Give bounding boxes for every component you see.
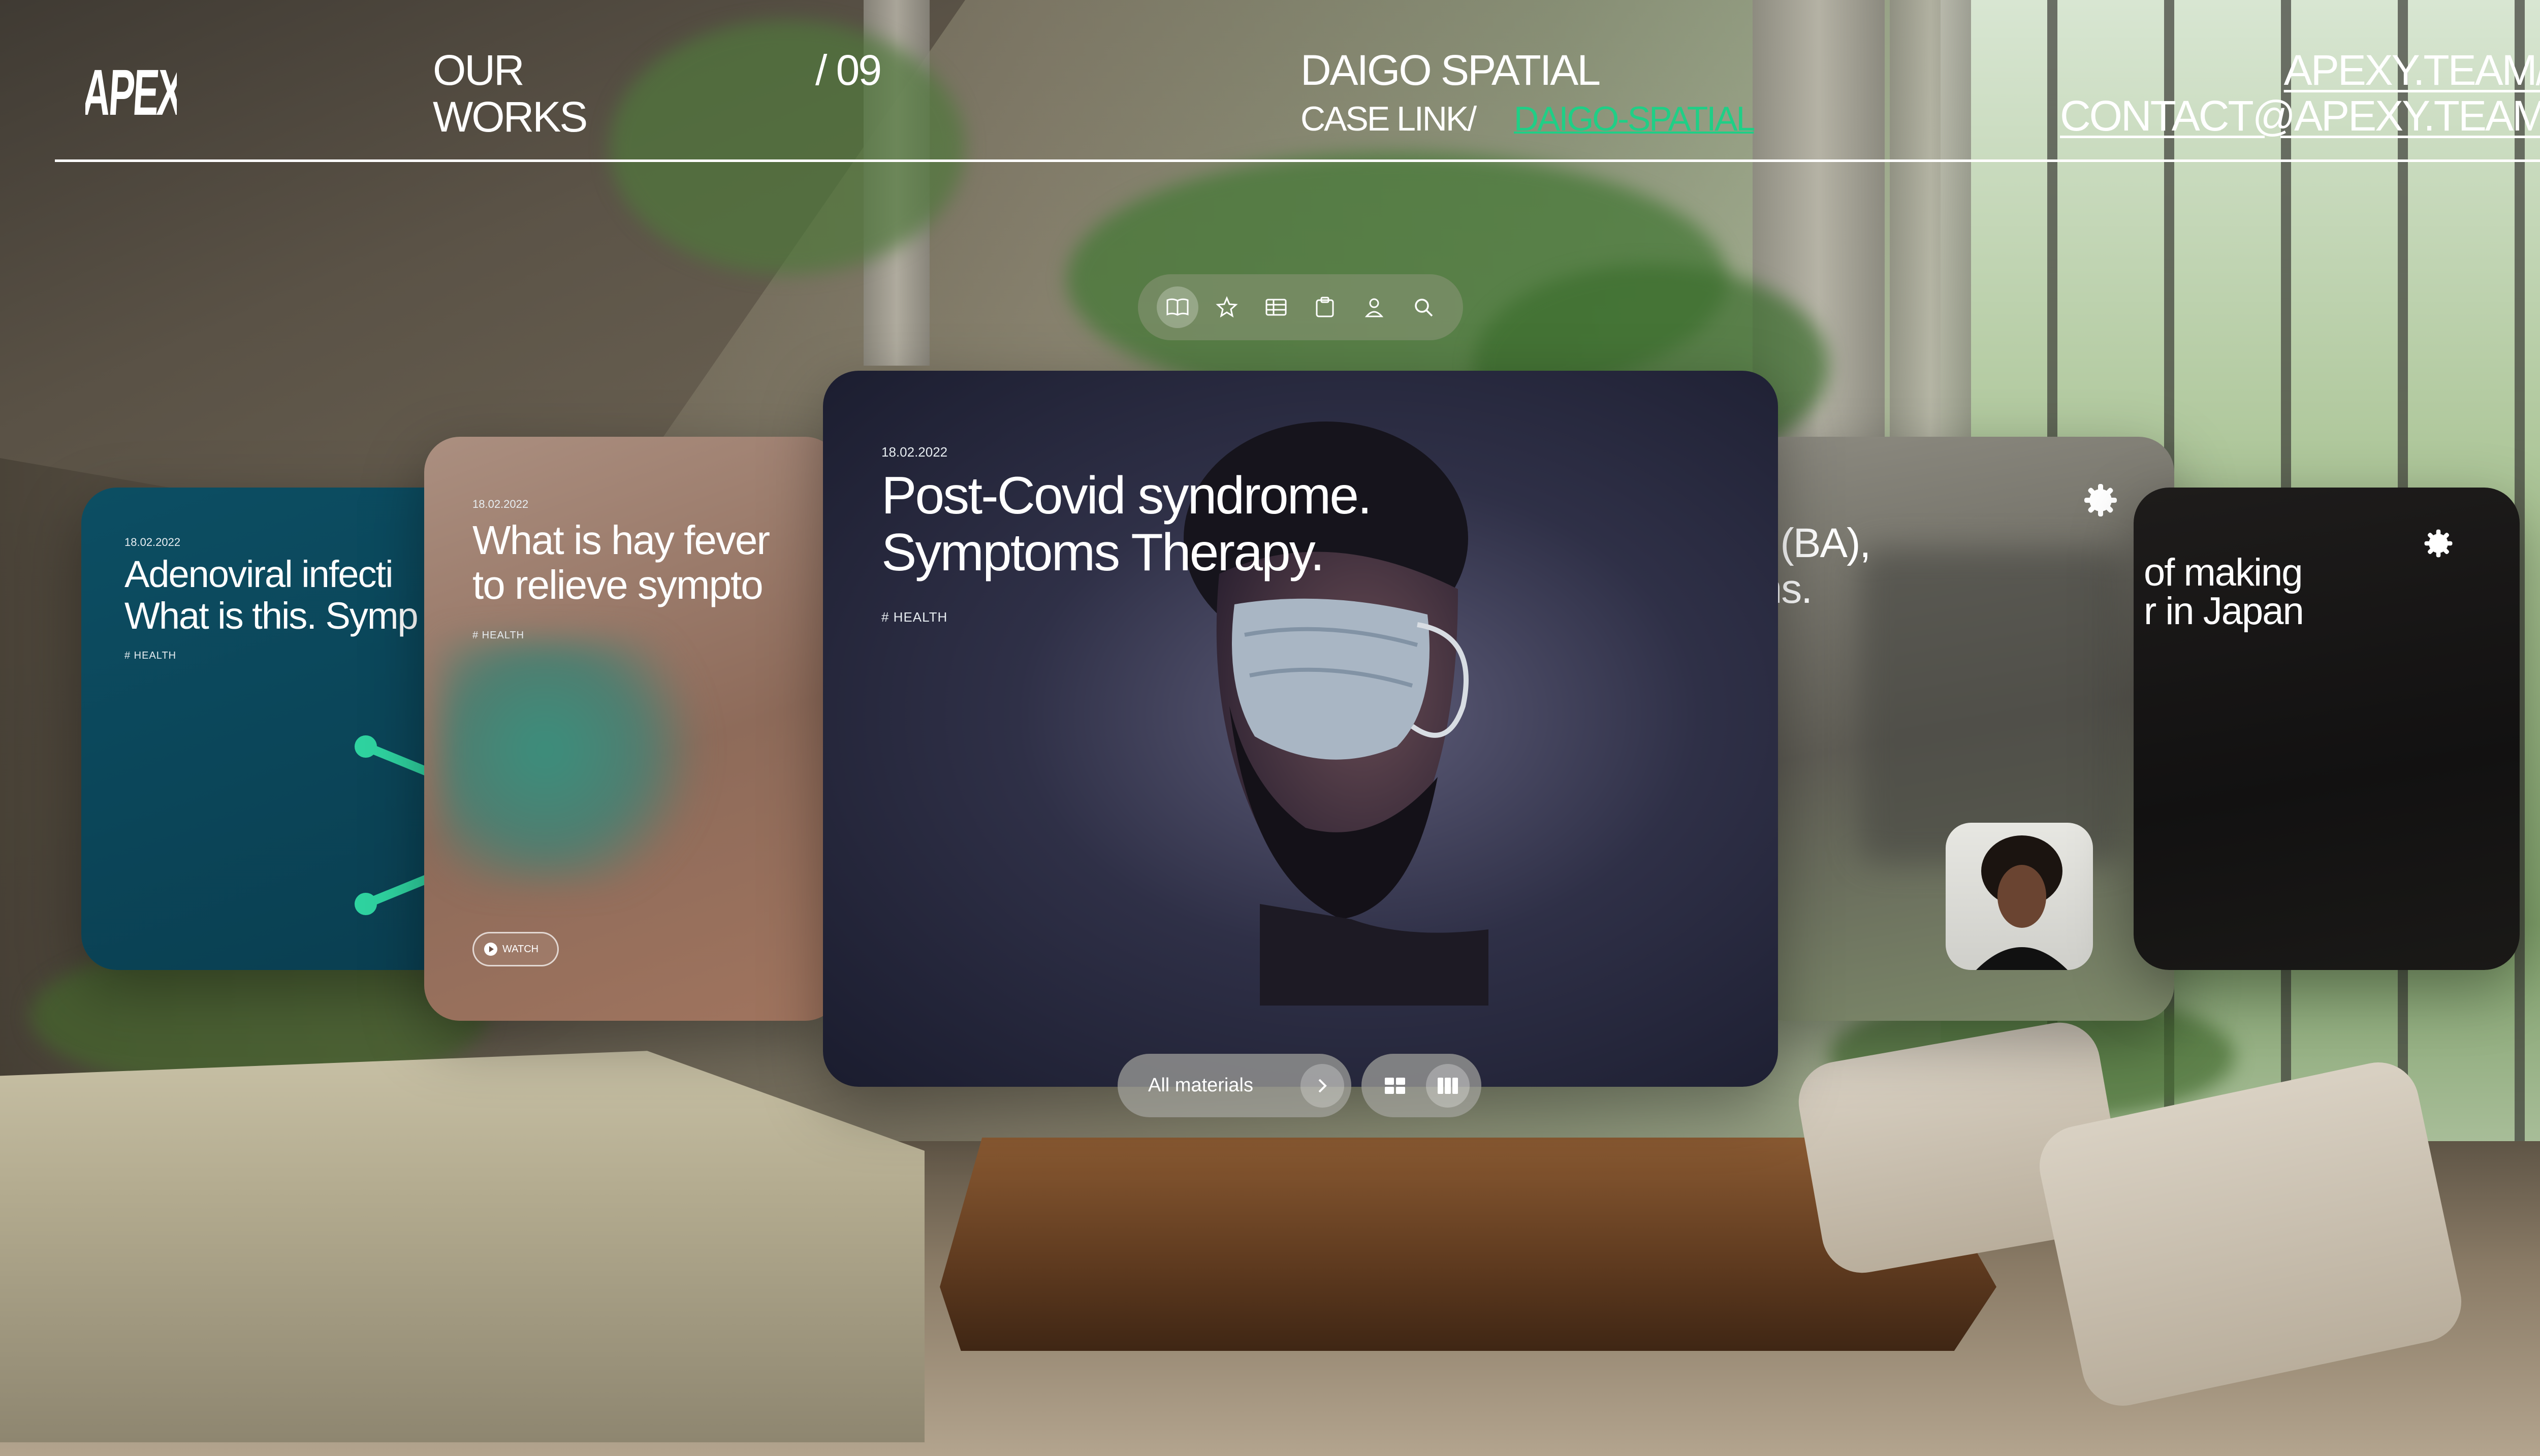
search-icon[interactable]: [1403, 286, 1444, 328]
blurred-image: [439, 640, 704, 884]
chevron-right-icon[interactable]: [1300, 1064, 1344, 1108]
watch-button[interactable]: WATCH: [472, 932, 559, 966]
card-tag: # HEALTH: [124, 650, 177, 661]
svg-text:APEXY: APEXY: [85, 56, 177, 129]
case-link-value[interactable]: DAIGO-SPATIAL: [1514, 100, 1755, 138]
section-title[interactable]: OUR WORKS: [433, 46, 588, 141]
case-link-label: CASE LINK/: [1300, 100, 1477, 138]
card-ba[interactable]: a (BA), ms.: [1748, 437, 2174, 1021]
apexy-logo[interactable]: APEXY: [85, 49, 177, 135]
header: APEXY OUR WORKS / 09 DAIGO SPATIAL CASE …: [0, 0, 2540, 163]
project-counter: / 09: [815, 46, 882, 94]
settings-icon[interactable]: [2423, 528, 2454, 559]
card-tag: # HEALTH: [472, 630, 525, 641]
top-toolbar: [1138, 274, 1463, 340]
card-title-line1: What is hay fever: [472, 517, 770, 563]
watch-label: WATCH: [502, 943, 539, 955]
all-materials-label: All materials: [1148, 1075, 1253, 1096]
grid-view-icon[interactable]: [1373, 1064, 1417, 1108]
card-japan[interactable]: of making r in Japan: [2134, 488, 2520, 970]
card-date: 18.02.2022: [472, 498, 529, 510]
person-icon[interactable]: [1353, 286, 1395, 328]
card-date: 18.02.2022: [124, 536, 181, 548]
card-title-line2: What is this. Symp: [124, 595, 419, 637]
card-title-line1: Post-Covid syndrome.: [881, 466, 1372, 525]
clipboard-icon[interactable]: [1304, 286, 1346, 328]
card-title-line2: r in Japan: [2144, 590, 2304, 633]
section-line2: WORKS: [433, 93, 588, 141]
section-line1: OUR: [433, 46, 525, 94]
card-title: Post-Covid syndrome. Symptoms Therapy.: [881, 466, 1372, 582]
all-materials-button[interactable]: All materials: [1118, 1054, 1351, 1117]
card-date: 18.02.2022: [881, 444, 948, 460]
card-title: What is hay fever to relieve sympto: [472, 517, 770, 607]
play-icon: [484, 943, 497, 956]
table-icon[interactable]: [1255, 286, 1297, 328]
star-icon[interactable]: [1206, 286, 1248, 328]
column-view-icon[interactable]: [1426, 1063, 1470, 1108]
card-title: Adenoviral infecti What is this. Symp: [124, 553, 419, 637]
card-title-line1: Adenoviral infecti: [124, 553, 394, 595]
card-title-line1: of making: [2144, 551, 2303, 594]
card-title-line2: to relieve sympto: [472, 562, 764, 607]
blurred-text: [1859, 548, 2123, 863]
view-switcher: [1361, 1054, 1481, 1117]
card-tag: # HEALTH: [881, 609, 948, 625]
book-icon[interactable]: [1157, 286, 1199, 328]
case-link: CASE LINK/ DAIGO-SPATIAL: [1300, 100, 1755, 138]
card-hay-fever[interactable]: 18.02.2022 What is hay fever to relieve …: [424, 437, 841, 1021]
site-link[interactable]: APEXY.TEAM/: [2284, 47, 2540, 93]
settings-icon[interactable]: [2083, 482, 2118, 518]
card-title-line2: Symptoms Therapy.: [881, 523, 1325, 582]
contact-link[interactable]: CONTACT@APEXY.TEAM: [2060, 92, 2540, 139]
project-title: DAIGO SPATIAL: [1300, 46, 1601, 94]
card-title: of making r in Japan: [2144, 551, 2304, 633]
card-post-covid[interactable]: 18.02.2022 Post-Covid syndrome. Symptoms…: [823, 371, 1778, 1087]
sofa: [0, 1051, 925, 1442]
header-divider: [55, 159, 2540, 162]
avatar: [1946, 823, 2093, 970]
